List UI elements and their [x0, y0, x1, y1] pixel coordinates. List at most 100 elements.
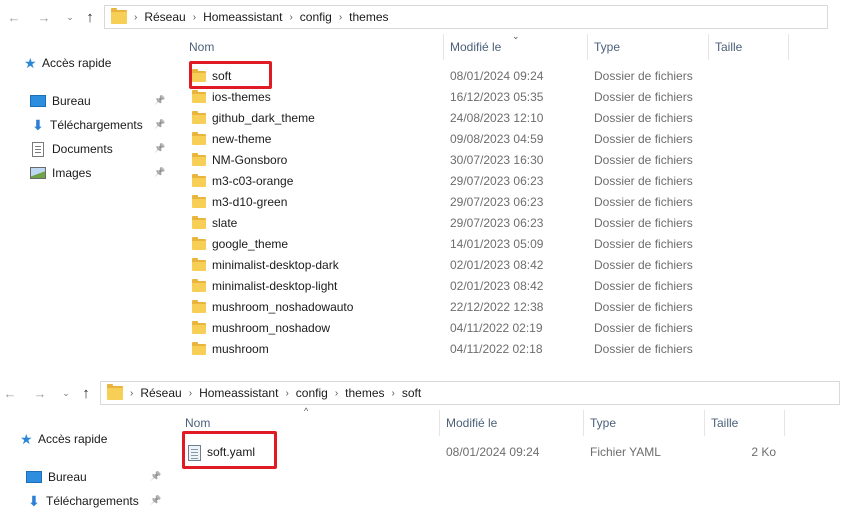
file-row[interactable]: soft.yaml 08/01/2024 09:24 Fichier YAML 2 K…	[0, 442, 844, 463]
breadcrumb-item[interactable]: Homeassistant	[203, 10, 282, 24]
file-name: mushroom_noshadowauto	[212, 300, 354, 314]
folder-icon	[192, 111, 206, 124]
file-row[interactable]: minimalist-desktop-light 02/01/2023 08:42…	[0, 276, 844, 297]
file-name-cell[interactable]: slate	[192, 213, 237, 234]
file-row[interactable]: m3-d10-green 29/07/2023 06:23 Dossier de f…	[0, 192, 844, 213]
file-date: 29/07/2023 06:23	[450, 195, 544, 209]
file-name: minimalist-desktop-dark	[212, 258, 339, 272]
column-header-size[interactable]: Taille	[705, 410, 785, 436]
file-name-cell[interactable]: mushroom_noshadowauto	[192, 297, 353, 318]
file-date: 29/07/2023 06:23	[450, 174, 544, 188]
file-name: NM-Gonsboro	[212, 153, 288, 167]
file-row[interactable]: google_theme 14/01/2023 05:09 Dossier de f…	[0, 234, 844, 255]
file-date: 24/08/2023 12:10	[450, 111, 544, 125]
file-row[interactable]: soft 08/01/2024 09:24 Dossier de fichiers	[0, 66, 844, 87]
file-name-cell[interactable]: minimalist-desktop-dark	[192, 255, 339, 276]
file-type: Dossier de fichiers	[594, 321, 693, 335]
highlight-box	[182, 431, 277, 469]
file-type: Dossier de fichiers	[594, 90, 693, 104]
file-name-cell[interactable]: ios-themes	[192, 87, 271, 108]
file-row[interactable]: minimalist-desktop-dark 02/01/2023 08:42 D…	[0, 255, 844, 276]
chevron-right-icon[interactable]: ›	[285, 388, 288, 399]
file-date: 02/01/2023 08:42	[450, 279, 544, 293]
file-name-cell[interactable]: github_dark_theme	[192, 108, 315, 129]
file-name-cell[interactable]: minimalist-desktop-light	[192, 276, 337, 297]
file-type: Dossier de fichiers	[594, 237, 693, 251]
file-date: 09/08/2023 04:59	[450, 132, 544, 146]
pin-icon[interactable]: 📌	[150, 471, 161, 482]
folder-icon	[192, 90, 206, 103]
file-name-cell[interactable]: new-theme	[192, 129, 271, 150]
folder-icon	[192, 195, 206, 208]
file-name-cell[interactable]: mushroom_noshadow	[192, 318, 330, 339]
folder-icon	[192, 216, 206, 229]
file-row[interactable]: NM-Gonsboro 30/07/2023 16:30 Dossier de fi…	[0, 150, 844, 171]
file-name: slate	[212, 216, 238, 230]
column-header-size[interactable]: Taille	[709, 34, 789, 60]
file-name: ios-themes	[212, 90, 271, 104]
folder-icon	[192, 258, 206, 271]
file-name: github_dark_theme	[212, 111, 315, 125]
chevron-right-icon[interactable]: ›	[193, 12, 196, 23]
column-header-type[interactable]: Type	[588, 34, 708, 60]
folder-icon	[192, 279, 206, 292]
column-header-date[interactable]: Modifié le	[440, 410, 583, 436]
file-name: m3-d10-green	[212, 195, 288, 209]
file-type: Dossier de fichiers	[594, 195, 693, 209]
file-row[interactable]: mushroom 04/11/2022 02:18 Dossier de fichi…	[0, 339, 844, 360]
chevron-right-icon[interactable]: ›	[339, 12, 342, 23]
file-date: 30/07/2023 16:30	[450, 153, 544, 167]
address-bar[interactable]: › Réseau › Homeassistant › config › themes › soft	[100, 381, 840, 405]
sidebar-item[interactable]: ⬇ Téléchargements	[26, 491, 139, 511]
file-name: google_theme	[212, 237, 289, 251]
breadcrumb-item[interactable]: themes	[345, 386, 384, 400]
breadcrumb-item[interactable]: config	[296, 386, 328, 400]
file-date: 22/12/2022 12:38	[450, 300, 544, 314]
file-row[interactable]: m3-c03-orange 29/07/2023 06:23 Dossier de …	[0, 171, 844, 192]
folder-icon	[192, 321, 206, 334]
file-name-cell[interactable]: m3-d10-green	[192, 192, 287, 213]
file-row[interactable]: slate 29/07/2023 06:23 Dossier de fichiers	[0, 213, 844, 234]
column-header-name[interactable]: Nom	[183, 34, 443, 60]
file-name-cell[interactable]: NM-Gonsboro	[192, 150, 287, 171]
chevron-right-icon[interactable]: ›	[392, 388, 395, 399]
explorer-window-soft: ← → ⌄ ↑ › Réseau › Homeassistant › config › the…	[0, 376, 844, 528]
address-bar[interactable]: › Réseau › Homeassistant › config › themes	[104, 5, 828, 29]
sidebar-item-label: Téléchargements	[46, 494, 139, 508]
sidebar-item-label: Bureau	[48, 470, 87, 484]
file-date: 16/12/2023 05:35	[450, 90, 544, 104]
breadcrumb-item[interactable]: themes	[349, 10, 388, 24]
file-type: Fichier YAML	[590, 445, 661, 459]
file-size: 2 Ko	[751, 445, 776, 459]
file-row[interactable]: mushroom_noshadow 04/11/2022 02:19 Dossier…	[0, 318, 844, 339]
folder-icon	[192, 300, 206, 313]
column-header-date[interactable]: Modifié le	[444, 34, 587, 60]
explorer-window-themes: ← → ⌄ ↑ › Réseau › Homeassistant › config › the…	[0, 0, 844, 370]
breadcrumb-item[interactable]: Homeassistant	[199, 386, 278, 400]
file-name-cell[interactable]: google_theme	[192, 234, 288, 255]
file-name-cell[interactable]: mushroom	[192, 339, 269, 360]
pin-icon[interactable]: 📌	[150, 495, 161, 506]
file-type: Dossier de fichiers	[594, 132, 693, 146]
file-name: minimalist-desktop-light	[212, 279, 338, 293]
sidebar-item[interactable]: Bureau	[26, 467, 87, 487]
breadcrumb-item[interactable]: config	[300, 10, 332, 24]
chevron-right-icon[interactable]: ›	[335, 388, 338, 399]
breadcrumb-item[interactable]: soft	[402, 386, 421, 400]
file-row[interactable]: new-theme 09/08/2023 04:59 Dossier de fich…	[0, 129, 844, 150]
chevron-right-icon[interactable]: ›	[289, 12, 292, 23]
file-row[interactable]: github_dark_theme 24/08/2023 12:10 Dossier…	[0, 108, 844, 129]
column-divider[interactable]	[784, 410, 785, 436]
file-name-cell[interactable]: m3-c03-orange	[192, 171, 293, 192]
file-date: 02/01/2023 08:42	[450, 258, 544, 272]
file-date: 08/01/2024 09:24	[446, 445, 540, 459]
file-date: 04/11/2022 02:19	[450, 321, 543, 335]
column-divider[interactable]	[788, 34, 789, 60]
highlight-box	[189, 61, 272, 89]
file-row[interactable]: ios-themes 16/12/2023 05:35 Dossier de fic…	[0, 87, 844, 108]
file-type: Dossier de fichiers	[594, 216, 693, 230]
chevron-right-icon[interactable]: ›	[189, 388, 192, 399]
column-header-type[interactable]: Type	[584, 410, 704, 436]
file-row[interactable]: mushroom_noshadowauto 22/12/2022 12:38 Dos…	[0, 297, 844, 318]
file-date: 29/07/2023 06:23	[450, 216, 544, 230]
